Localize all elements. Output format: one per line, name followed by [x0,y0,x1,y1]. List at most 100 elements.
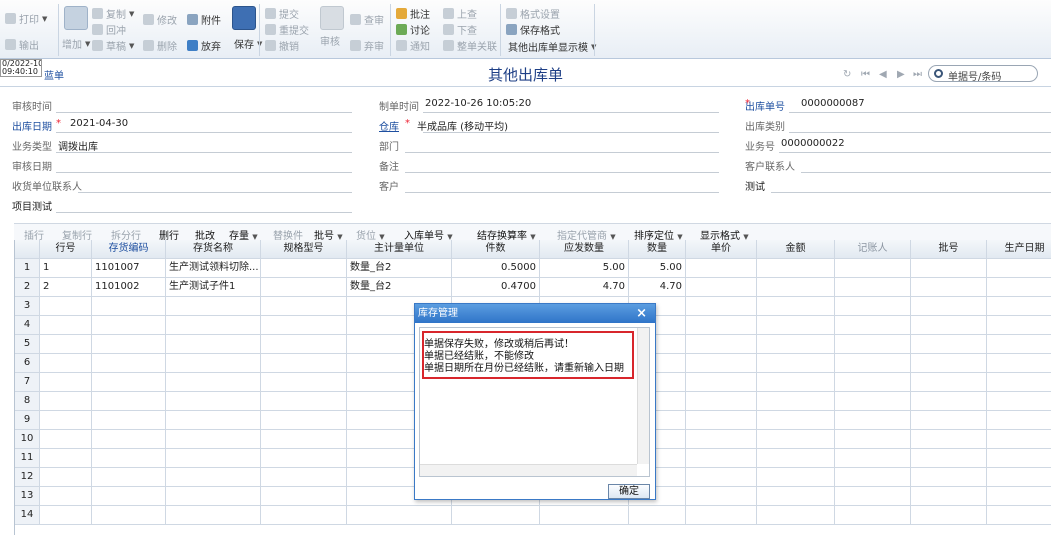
table-cell[interactable] [987,487,1051,506]
message-textarea[interactable]: 单据保存失败，修改或稍后再试！ 单据已经结账，不能修改 单据日期所在月份已经结账… [419,327,650,477]
edit-button[interactable]: 修改 [143,12,177,27]
table-cell[interactable] [261,411,347,430]
column-header[interactable]: 批号 [911,240,987,259]
table-cell[interactable] [261,487,347,506]
table-cell[interactable]: 生产测试领料切除... [166,259,261,278]
table-cell[interactable] [92,354,166,373]
customer-contact-field[interactable]: 客户联系人 [745,155,1051,173]
table-cell[interactable] [261,373,347,392]
table-cell[interactable] [757,487,835,506]
resubmit-button[interactable]: 重提交 [265,22,309,37]
table-cell[interactable]: 4.70 [629,278,686,297]
table-cell[interactable] [261,468,347,487]
display-template-select[interactable]: 其他出库单显示模▼ [508,39,596,55]
print-button[interactable]: 打印 ▼ [5,11,47,26]
table-cell[interactable] [987,430,1051,449]
table-cell[interactable] [40,297,92,316]
table-cell[interactable] [92,506,166,525]
table-cell[interactable] [166,354,261,373]
receiver-contact-field[interactable]: 收货单位联系人 [12,175,352,193]
ok-button[interactable]: 确定 [608,484,650,499]
biz-type-field[interactable]: 业务类型 调拨出库 [12,135,352,153]
table-cell[interactable] [757,468,835,487]
table-cell[interactable] [686,354,757,373]
save-format-button[interactable]: 保存格式 [506,22,560,37]
refresh-icon[interactable]: ↻ [843,69,851,80]
column-header[interactable]: 件数 [452,240,540,259]
table-cell[interactable] [686,411,757,430]
copy-button[interactable]: 复制 ▼ [92,6,134,21]
table-cell[interactable]: 2 [40,278,92,297]
attach-button[interactable]: 附件 [187,12,221,27]
reversal-button[interactable]: 回冲 [92,22,126,37]
table-cell[interactable] [92,430,166,449]
table-cell[interactable] [987,297,1051,316]
table-cell[interactable] [40,373,92,392]
prev-record-icon[interactable]: ◀ [879,69,887,80]
column-header[interactable]: 存货编码 [92,240,166,259]
table-cell[interactable]: 0.4700 [452,278,540,297]
table-cell[interactable] [911,449,987,468]
table-cell[interactable] [261,449,347,468]
table-cell[interactable] [92,316,166,335]
table-cell[interactable] [40,392,92,411]
table-cell[interactable] [757,449,835,468]
project-test-field[interactable]: 项目测试 [12,195,352,213]
table-cell[interactable] [911,373,987,392]
table-cell[interactable] [757,373,835,392]
notify-button[interactable]: 通知 [396,38,430,53]
table-cell[interactable] [92,487,166,506]
table-cell[interactable] [92,468,166,487]
table-cell[interactable] [757,430,835,449]
warehouse-field[interactable]: 仓库 * 半成品库 (移动平均) [379,115,719,133]
table-cell[interactable]: 1101002 [92,278,166,297]
table-cell[interactable] [40,430,92,449]
table-cell[interactable] [540,506,629,525]
table-cell[interactable] [166,506,261,525]
table-cell[interactable] [686,259,757,278]
next-button[interactable]: 下查 [443,22,477,37]
table-cell[interactable] [835,506,911,525]
horizontal-scrollbar[interactable] [420,464,637,476]
search-input[interactable]: 单据号/条码 [928,65,1038,83]
discuss-button[interactable]: 讨论 [396,22,430,37]
column-header[interactable]: 规格型号 [261,240,347,259]
table-cell[interactable] [686,449,757,468]
relate-button[interactable]: 整单关联 [443,38,497,53]
table-cell[interactable] [835,354,911,373]
column-header[interactable]: 记账人 [835,240,911,259]
table-cell[interactable] [452,506,540,525]
table-cell[interactable] [987,411,1051,430]
last-record-icon[interactable]: ⏭ [913,69,922,80]
next-record-icon[interactable]: ▶ [897,69,905,80]
table-cell[interactable] [166,411,261,430]
table-cell[interactable] [987,316,1051,335]
table-cell[interactable] [987,354,1051,373]
table-cell[interactable] [757,411,835,430]
table-cell[interactable] [911,487,987,506]
table-cell[interactable] [261,316,347,335]
column-header[interactable]: 行号 [40,240,92,259]
table-cell[interactable] [987,449,1051,468]
table-cell[interactable] [686,392,757,411]
table-cell[interactable] [261,278,347,297]
table-cell[interactable] [261,335,347,354]
table-cell[interactable] [261,430,347,449]
out-type-field[interactable]: 出库类别 [745,115,1051,133]
discard-audit-button[interactable]: 弃审 [350,38,384,53]
table-cell[interactable]: 5.00 [629,259,686,278]
audit-time-field[interactable]: 审核时间 [12,95,352,113]
table-row[interactable]: 2 2 1101002 生产测试子件1 数量_台2 0.4700 4.70 4.70 [15,278,1051,297]
table-cell[interactable]: 1 [40,259,92,278]
table-cell[interactable] [987,259,1051,278]
table-cell[interactable] [911,335,987,354]
table-cell[interactable] [686,506,757,525]
table-cell[interactable] [166,392,261,411]
table-cell[interactable]: 数量_台2 [347,278,452,297]
table-cell[interactable] [166,335,261,354]
table-cell[interactable] [911,392,987,411]
table-cell[interactable] [757,392,835,411]
table-cell[interactable] [911,316,987,335]
table-cell[interactable] [92,335,166,354]
table-cell[interactable] [261,506,347,525]
